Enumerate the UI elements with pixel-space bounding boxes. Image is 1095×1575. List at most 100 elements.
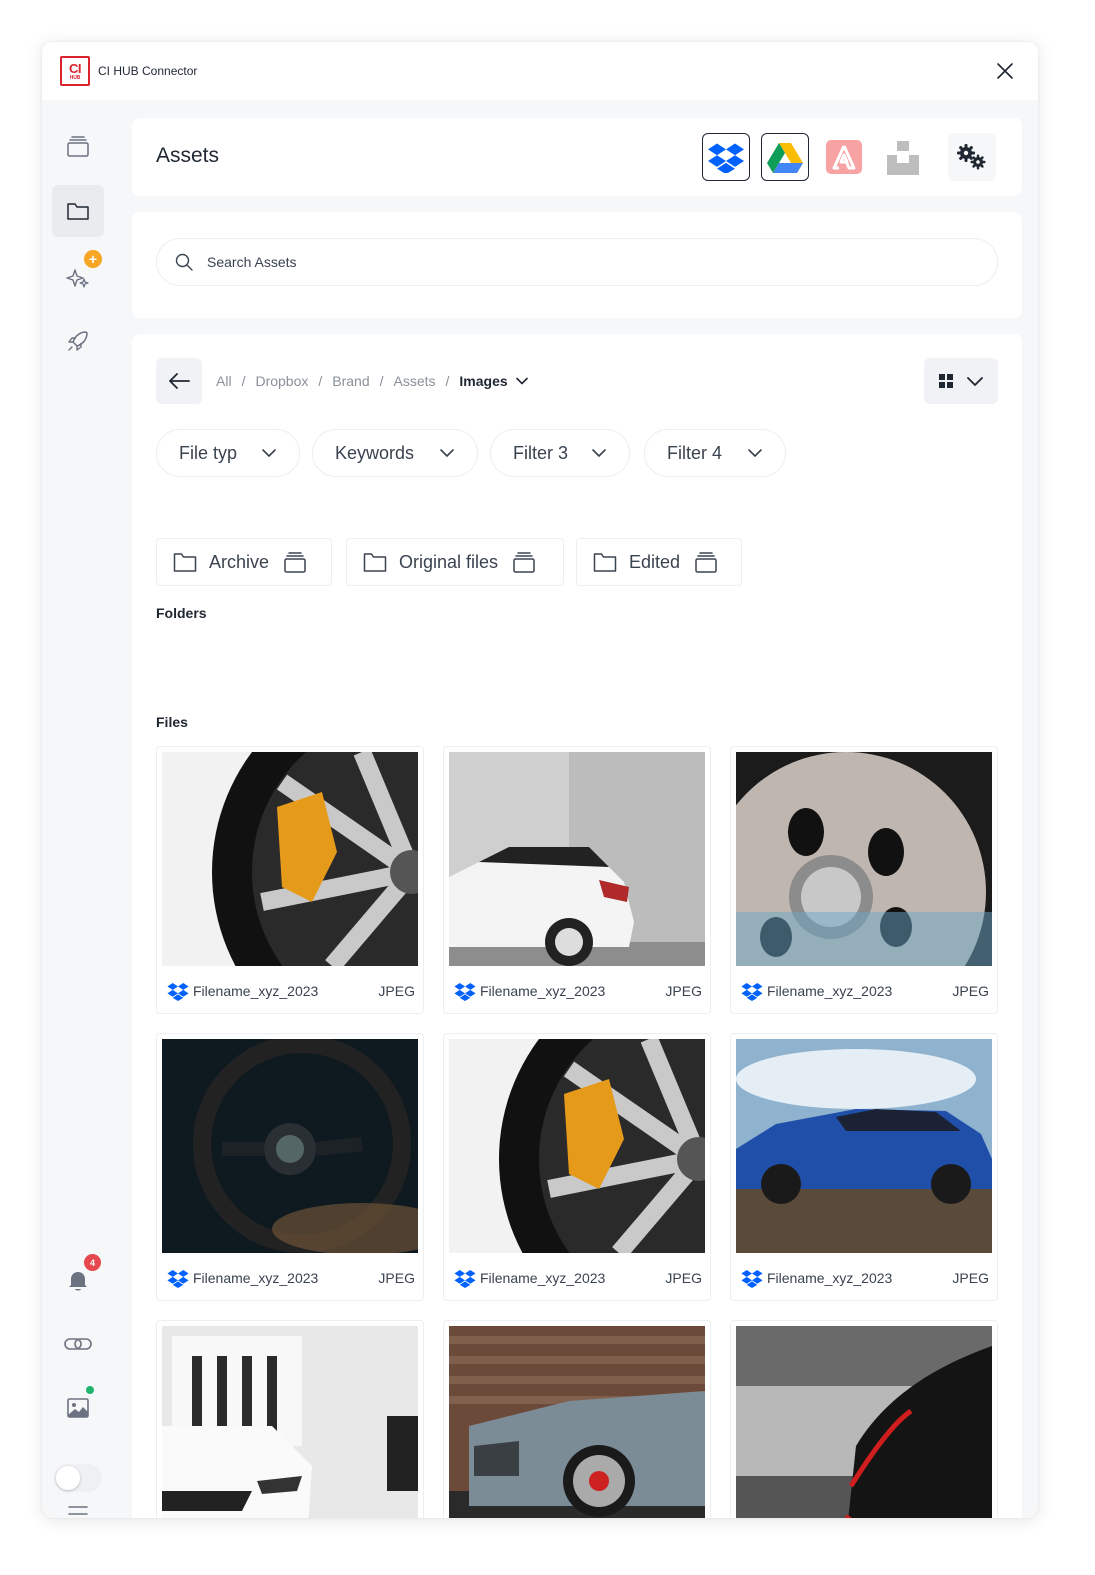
filter-4[interactable]: Filter 4 <box>644 429 786 477</box>
file-thumbnail <box>736 1326 992 1518</box>
file-meta: Filename_xyz_2023 JPEG <box>741 979 989 1003</box>
folder-archive[interactable]: Archive <box>156 538 332 586</box>
file-card[interactable]: Filename_xyz_2023 JPEG <box>156 1033 424 1301</box>
breadcrumb-brand[interactable]: Brand <box>332 373 369 389</box>
sidebar: + 4 <box>42 100 114 1518</box>
logo-subtext: HUB <box>69 74 81 81</box>
breadcrumb-all[interactable]: All <box>216 373 232 389</box>
close-icon <box>997 63 1013 79</box>
app-window: CI HUB CI HUB Connector + 4 Assets Searc… <box>42 42 1038 1518</box>
folder-icon <box>67 203 89 220</box>
folder-name: Original files <box>399 551 499 572</box>
layers-icon <box>67 136 89 157</box>
layers-icon <box>284 552 306 573</box>
thumbnail-image <box>162 1039 418 1253</box>
chevron-down-icon <box>592 449 606 457</box>
assets-browser: All / Dropbox / Brand / Assets / Images <box>132 334 1022 1518</box>
service-adobe-button[interactable] <box>820 133 868 181</box>
file-name: Filename_xyz_2023 <box>480 1270 606 1286</box>
unsplash-icon <box>887 141 919 175</box>
filter-file-type[interactable]: File typ <box>156 429 300 477</box>
filter-label: Filter 3 <box>513 442 569 463</box>
folder-original-files[interactable]: Original files <box>346 538 564 586</box>
bell-icon <box>69 1272 87 1291</box>
folder-icon <box>593 553 617 572</box>
view-mode-toggle[interactable] <box>924 358 998 404</box>
file-type: JPEG <box>952 1270 989 1286</box>
breadcrumb-current-label: Images <box>459 373 508 389</box>
search-input[interactable] <box>207 254 967 270</box>
file-thumbnail <box>162 1326 418 1518</box>
file-name: Filename_xyz_2023 <box>480 983 606 999</box>
file-card[interactable]: Filename_xyz_2023 JPEG <box>730 1320 998 1518</box>
folder-edited[interactable]: Edited <box>576 538 742 586</box>
image-icon <box>67 1398 89 1418</box>
service-unsplash-button[interactable] <box>879 133 927 181</box>
search-card <box>132 212 1022 318</box>
file-card[interactable]: Filename_xyz_2023 JPEG <box>730 1033 998 1301</box>
back-button[interactable] <box>156 358 202 404</box>
dropbox-icon <box>454 1269 476 1288</box>
file-name: Filename_xyz_2023 <box>193 983 319 999</box>
breadcrumb-current[interactable]: Images <box>459 373 528 389</box>
sidebar-item-links[interactable] <box>52 1318 104 1370</box>
settings-button[interactable] <box>948 133 996 181</box>
link-icon <box>64 1338 92 1350</box>
file-meta: Filename_xyz_2023 JPEG <box>167 979 415 1003</box>
title-bar: CI HUB CI HUB Connector <box>42 42 1038 100</box>
ci-hub-logo: CI HUB <box>60 56 90 86</box>
page-title: Assets <box>156 144 220 167</box>
layers-icon <box>695 552 717 573</box>
service-google-drive-button[interactable] <box>761 133 809 181</box>
search-icon <box>175 253 193 271</box>
filter-keywords[interactable]: Keywords <box>312 429 478 477</box>
thumbnail-image <box>449 1039 705 1253</box>
search-box[interactable] <box>156 238 998 286</box>
sidebar-item-notifications[interactable]: 4 <box>52 1254 104 1306</box>
file-card[interactable]: Filename_xyz_2023 JPEG <box>730 746 998 1014</box>
file-type: JPEG <box>378 983 415 999</box>
file-card[interactable]: Filename_xyz_2023 JPEG <box>443 1033 711 1301</box>
sidebar-item-images[interactable] <box>52 1382 104 1434</box>
file-meta: Filename_xyz_2023 JPEG <box>454 979 702 1003</box>
file-card[interactable]: Filename_xyz_2023 JPEG <box>443 1320 711 1518</box>
breadcrumb-dropbox[interactable]: Dropbox <box>255 373 308 389</box>
file-card[interactable]: Filename_xyz_2023 JPEG <box>156 746 424 1014</box>
file-type: JPEG <box>665 1270 702 1286</box>
file-type: JPEG <box>952 983 989 999</box>
file-thumbnail <box>449 1326 705 1518</box>
sidebar-item-layers[interactable] <box>52 120 104 172</box>
file-name: Filename_xyz_2023 <box>767 1270 893 1286</box>
sidebar-item-ai[interactable]: + <box>52 250 104 302</box>
service-dropbox-button[interactable] <box>702 133 750 181</box>
breadcrumb-separator: / <box>445 373 450 389</box>
arrow-left-icon <box>169 373 190 389</box>
sidebar-item-folder[interactable] <box>52 185 104 237</box>
thumbnail-image <box>449 752 705 966</box>
folders-heading: Folders <box>156 605 207 621</box>
file-card[interactable]: Filename_xyz_2023 JPEG <box>156 1320 424 1518</box>
file-thumbnail <box>736 1039 992 1253</box>
menu-icon <box>68 1506 88 1515</box>
sidebar-item-launch[interactable] <box>52 315 104 367</box>
thumbnail-image <box>162 1326 418 1518</box>
thumbnail-image <box>736 752 992 966</box>
grid-icon <box>939 374 953 388</box>
chevron-down-icon <box>748 449 762 457</box>
logo-text: CI <box>69 60 82 76</box>
folder-icon <box>173 553 197 572</box>
breadcrumb-separator: / <box>379 373 384 389</box>
file-thumbnail <box>736 752 992 966</box>
dropbox-icon <box>167 1269 189 1288</box>
file-type: JPEG <box>665 983 702 999</box>
files-heading: Files <box>156 714 188 730</box>
breadcrumb-assets[interactable]: Assets <box>394 373 436 389</box>
chevron-down-icon <box>262 449 276 457</box>
folder-name: Edited <box>629 551 681 572</box>
app-title: CI HUB Connector <box>98 64 198 78</box>
close-button[interactable] <box>994 60 1016 82</box>
sidebar-item-menu[interactable] <box>52 1488 104 1518</box>
breadcrumb-separator: / <box>241 373 246 389</box>
file-card[interactable]: Filename_xyz_2023 JPEG <box>443 746 711 1014</box>
filter-3[interactable]: Filter 3 <box>490 429 630 477</box>
